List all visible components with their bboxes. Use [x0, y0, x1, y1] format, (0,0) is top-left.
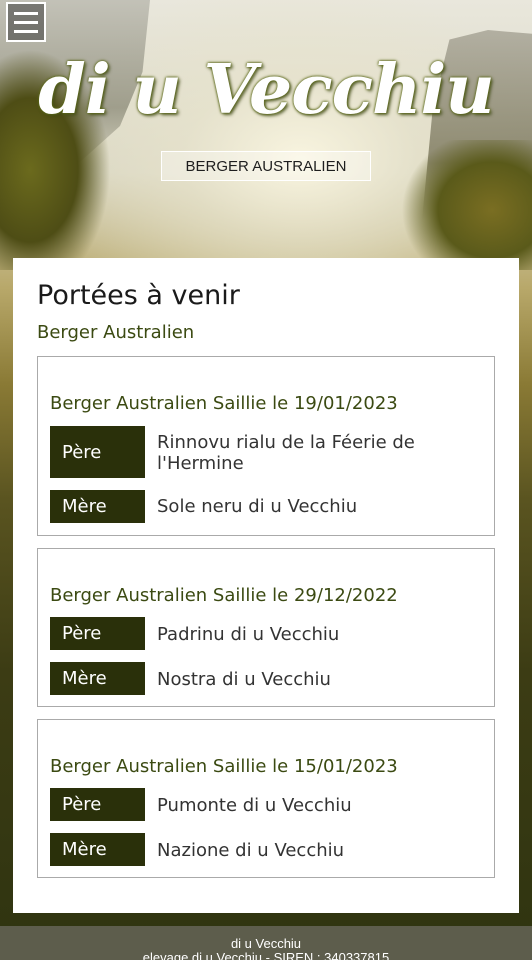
breed-nav-button[interactable]: BERGER AUSTRALIEN	[161, 151, 371, 181]
pere-name: Padrinu di u Vecchiu	[157, 624, 340, 645]
litter-title: Berger Australien Saillie le 19/01/2023	[50, 393, 398, 414]
pere-label: Père	[50, 788, 145, 821]
litter-card: Berger Australien Saillie le 29/12/2022 …	[37, 548, 495, 707]
pere-label: Père	[50, 426, 145, 478]
site-footer: di u Vecchiu elevage di u Vecchiu - SIRE…	[0, 926, 532, 960]
page-subtitle: Berger Australien	[37, 322, 195, 343]
litter-title: Berger Australien Saillie le 15/01/2023	[50, 756, 398, 777]
page-title: Portées à venir	[37, 280, 240, 311]
menu-bar-icon	[14, 20, 38, 24]
site-brand-title[interactable]: di u Vecchiu	[0, 50, 532, 130]
content-card: Portées à venir Berger Australien Berger…	[13, 258, 519, 913]
mere-label: Mère	[50, 833, 145, 866]
pere-name: Rinnovu rialu de la Féerie de l'Hermine	[157, 432, 415, 474]
pere-name: Pumonte di u Vecchiu	[157, 795, 352, 816]
trees-right-graphic	[392, 140, 532, 270]
litter-card: Berger Australien Saillie le 15/01/2023 …	[37, 719, 495, 878]
hamburger-menu-button[interactable]	[6, 2, 46, 42]
menu-bar-icon	[14, 11, 38, 15]
mere-name: Nazione di u Vecchiu	[157, 840, 345, 861]
litter-title: Berger Australien Saillie le 29/12/2022	[50, 585, 398, 606]
mere-name: Nostra di u Vecchiu	[157, 669, 331, 690]
mere-name: Sole neru di u Vecchiu	[157, 496, 358, 517]
footer-brand: di u Vecchiu	[230, 936, 302, 951]
menu-bar-icon	[14, 29, 38, 33]
mere-label: Mère	[50, 662, 145, 695]
footer-legal: elevage di u Vecchiu - SIREN : 340337815	[142, 950, 390, 960]
mere-label: Mère	[50, 490, 145, 523]
litter-card: Berger Australien Saillie le 19/01/2023 …	[37, 356, 495, 536]
pere-label: Père	[50, 617, 145, 650]
